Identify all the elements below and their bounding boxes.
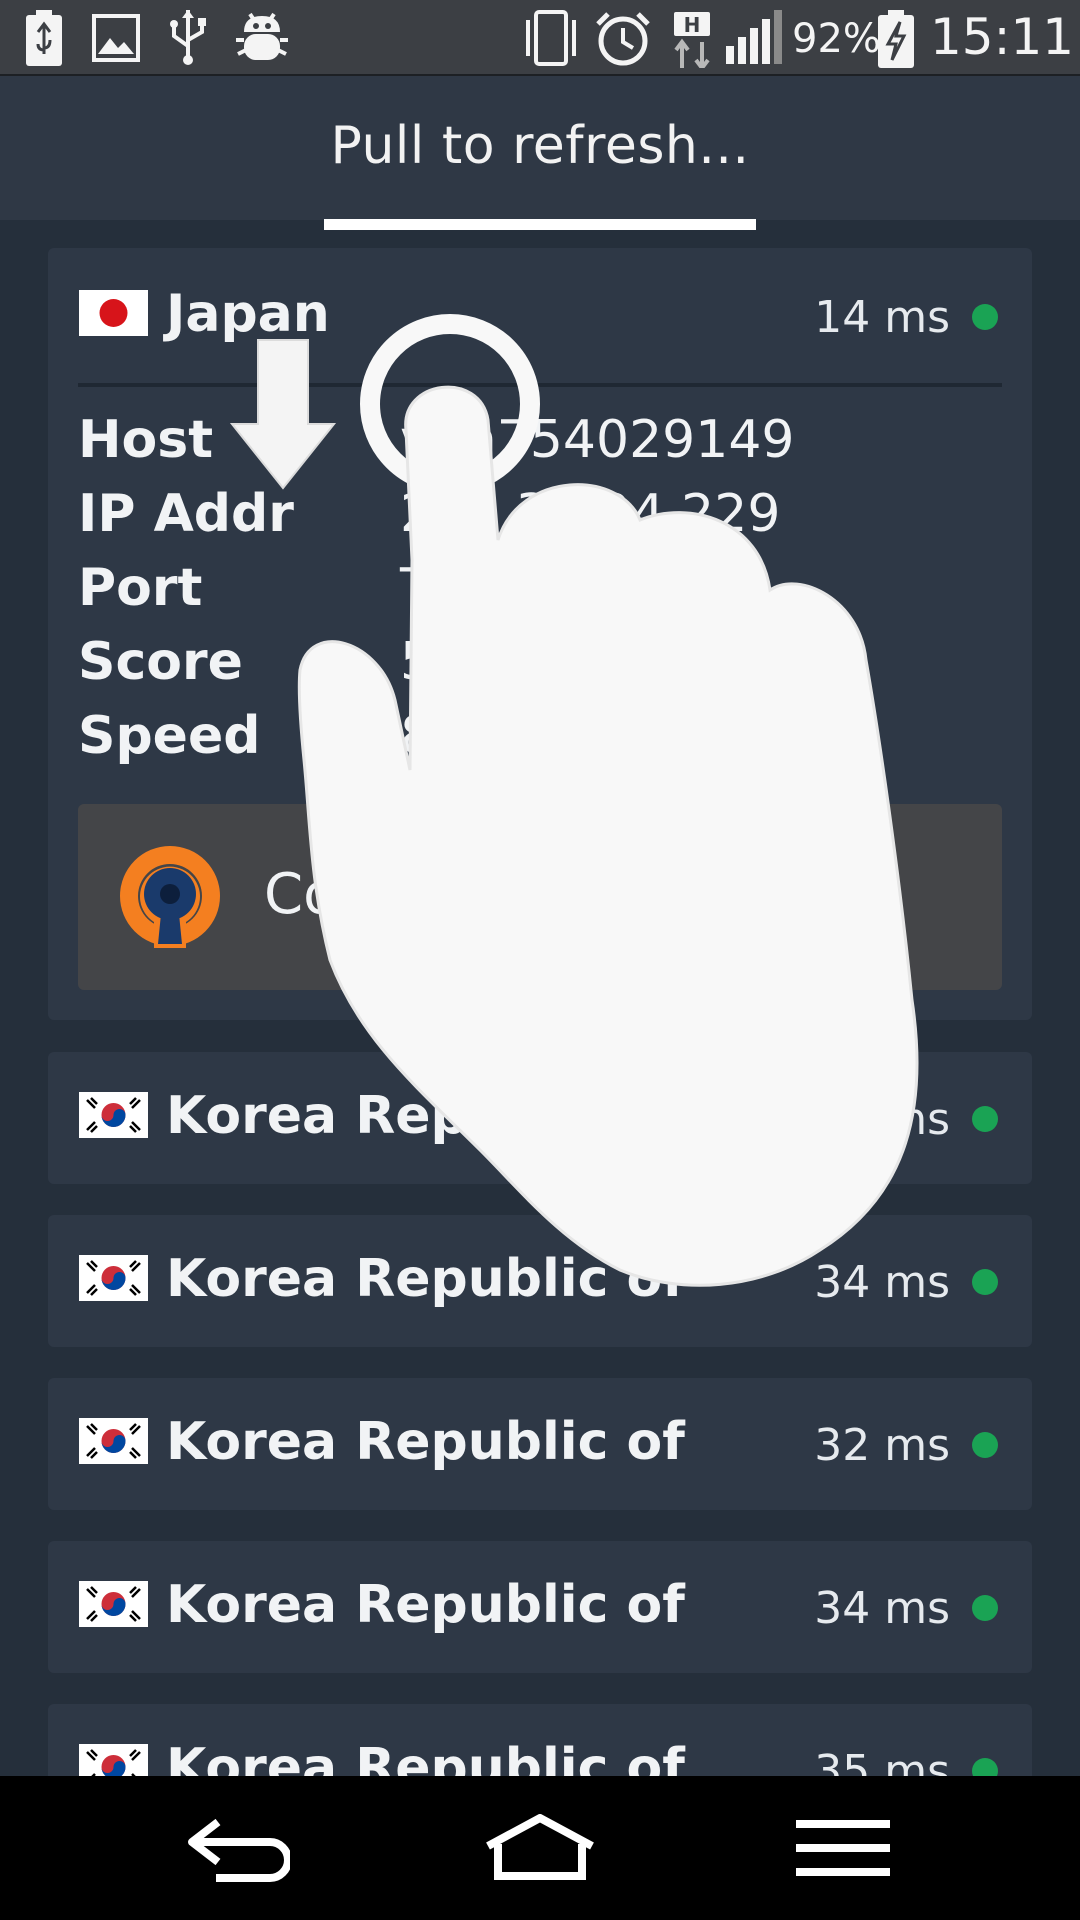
detail-label-port: Port (78, 558, 203, 618)
korea-flag-icon (79, 1092, 148, 1138)
vibrate-icon (526, 10, 576, 66)
card-divider (78, 383, 1002, 387)
japan-flag-icon (79, 290, 148, 336)
pull-to-refresh-label: Pull to refresh... (330, 116, 750, 176)
status-dot (972, 1106, 998, 1132)
detail-value-speed: 82.3 (400, 706, 516, 766)
korea-flag-icon (79, 1255, 148, 1301)
server-card[interactable]: Korea Republic of 34 ms (48, 1215, 1032, 1347)
server-country: Japan (166, 284, 330, 344)
pull-to-refresh-header[interactable]: Pull to refresh... (0, 76, 1080, 220)
home-icon[interactable] (484, 1814, 596, 1884)
battery-charging-icon (878, 10, 914, 68)
hspa-data-icon: H (674, 12, 710, 68)
status-dot (972, 1432, 998, 1458)
image-icon (92, 14, 140, 62)
detail-value-host: vpn754029149 (400, 410, 795, 470)
pull-progress-indicator (324, 219, 756, 230)
connect-openvpn-button[interactable]: Connect to OpenVPN (78, 804, 1002, 990)
detail-label-ip: IP Addr (78, 484, 294, 544)
detail-label-score: Score (78, 632, 243, 692)
menu-icon[interactable] (796, 1820, 890, 1880)
server-card[interactable]: Korea Republic of 35 ms (48, 1052, 1032, 1184)
detail-label-speed: Speed (78, 706, 261, 766)
battery-charging-icon (26, 10, 62, 66)
detail-value-port: TCP (400, 558, 497, 618)
status-dot (972, 1595, 998, 1621)
status-dot (972, 1269, 998, 1295)
detail-value-score: 593 (400, 632, 500, 692)
server-latency: 34 ms (814, 1257, 950, 1308)
signal-strength-icon (726, 10, 782, 64)
korea-flag-icon (79, 1418, 148, 1464)
usb-icon (170, 10, 206, 65)
server-card-expanded[interactable]: Japan 14 ms Host vpn754029149 IP Addr 22… (48, 248, 1032, 1020)
connect-openvpn-label: Connect to OpenVPN (264, 862, 851, 927)
status-dot (972, 304, 998, 330)
server-country: Korea Republic of (166, 1249, 685, 1309)
openvpn-keyhole-icon (120, 846, 220, 948)
detail-label-host: Host (78, 410, 214, 470)
server-country: Korea Republic of (166, 1575, 685, 1635)
server-country: Korea Republic of (166, 1086, 685, 1146)
detail-value-ip: 221.34.24.229 (400, 484, 781, 544)
server-latency: 35 ms (814, 1094, 950, 1145)
navigation-bar (0, 1776, 1080, 1920)
server-latency: 32 ms (814, 1420, 950, 1471)
server-latency: 14 ms (814, 292, 950, 343)
server-latency: 34 ms (814, 1583, 950, 1634)
server-country: Korea Republic of (166, 1412, 685, 1472)
alarm-clock-icon (596, 12, 650, 66)
battery-percent: 92% (792, 16, 881, 62)
back-icon[interactable] (186, 1814, 290, 1884)
debug-bug-icon (236, 12, 288, 60)
server-card[interactable]: Korea Republic of 32 ms (48, 1378, 1032, 1510)
svg-text:H: H (684, 13, 701, 37)
korea-flag-icon (79, 1581, 148, 1627)
status-time: 15:11 (930, 8, 1075, 66)
server-card[interactable]: Korea Republic of 34 ms (48, 1541, 1032, 1673)
status-bar: H 92% 15:11 (0, 0, 1080, 76)
